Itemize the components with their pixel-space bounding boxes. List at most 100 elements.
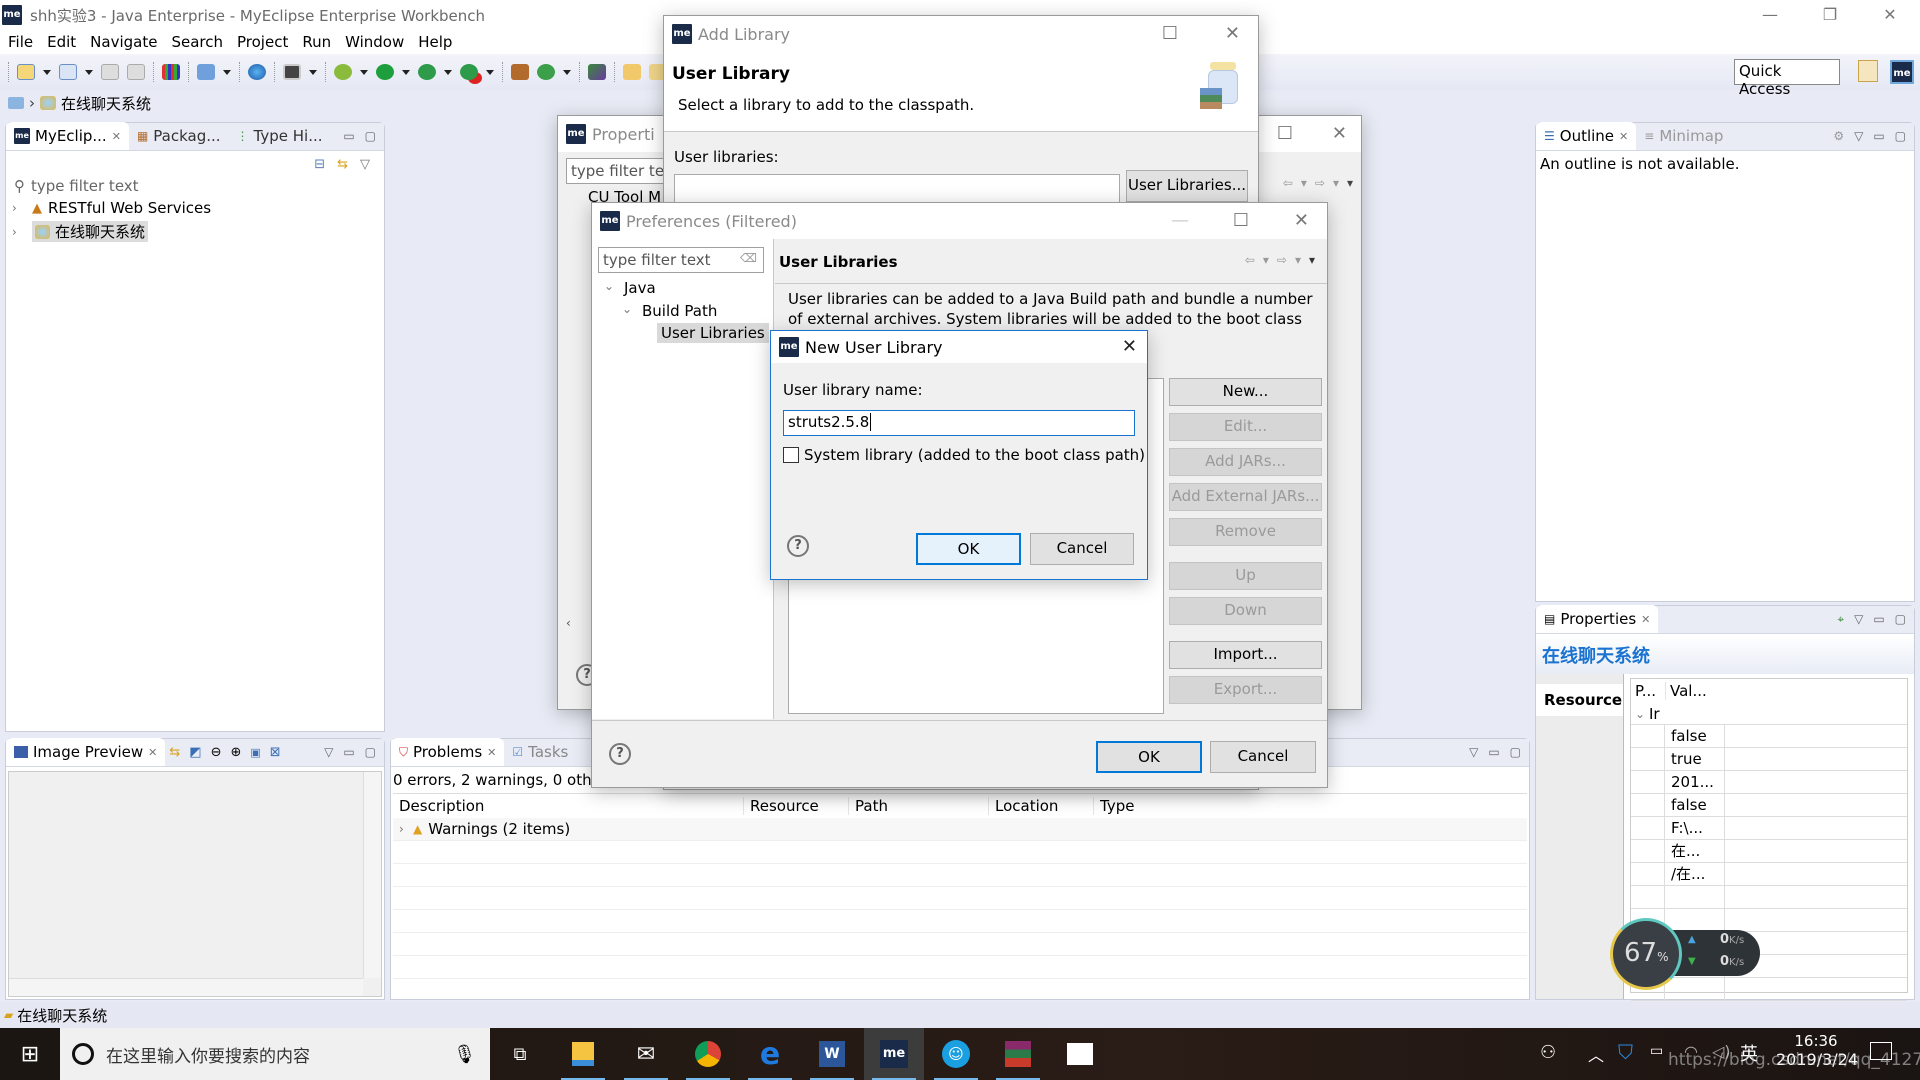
- system-library-checkbox[interactable]: [783, 447, 799, 463]
- save-icon[interactable]: [101, 64, 119, 80]
- run-icon[interactable]: [376, 64, 394, 80]
- perspective-icon[interactable]: [588, 64, 606, 80]
- back-dropdown-icon[interactable]: ▾: [1301, 176, 1307, 190]
- deploy-dropdown-icon[interactable]: [223, 69, 231, 75]
- restore-button[interactable]: ❐: [1800, 0, 1860, 30]
- new-button[interactable]: New...: [1169, 378, 1322, 406]
- forward-dropdown-icon[interactable]: ▾: [1333, 176, 1339, 190]
- column-path[interactable]: Path: [848, 797, 988, 815]
- table-row[interactable]: F:\...: [1631, 816, 1907, 840]
- close-tab-icon[interactable]: ✕: [1641, 613, 1650, 626]
- tab-package-explorer[interactable]: ▦ Packag...: [129, 122, 229, 150]
- maximize-button[interactable]: ☐: [1277, 116, 1293, 152]
- forward-icon[interactable]: ⇨: [1277, 253, 1287, 267]
- table-row[interactable]: true: [1631, 747, 1907, 771]
- coverage-dropdown-icon[interactable]: [444, 69, 452, 75]
- tab-type-hierarchy[interactable]: ⋮ Type Hi...: [229, 122, 331, 150]
- table-row[interactable]: false: [1631, 724, 1907, 748]
- minimize-panel-icon[interactable]: ▭: [1873, 612, 1884, 627]
- deploy-icon[interactable]: [197, 64, 215, 80]
- add-external-jars-button[interactable]: Add External JARs...: [1169, 483, 1322, 511]
- notification-center-icon[interactable]: [1870, 1042, 1892, 1060]
- table-row[interactable]: › ▲ Warnings (2 items): [393, 818, 1527, 841]
- clear-filter-icon[interactable]: ⌫: [740, 251, 757, 265]
- tab-problems[interactable]: ⛉ Problems ✕: [391, 738, 505, 766]
- new-class-dropdown-icon[interactable]: [563, 69, 571, 75]
- user-libraries-combo[interactable]: [674, 174, 1120, 204]
- view-menu-icon[interactable]: ▽: [360, 157, 370, 172]
- new-project-dropdown-icon[interactable]: [85, 69, 93, 75]
- zoom-in-icon[interactable]: ⊕: [230, 745, 241, 760]
- collapse-icon[interactable]: ⌄: [1635, 707, 1649, 721]
- open-type-icon[interactable]: [623, 64, 641, 80]
- menu-window[interactable]: Window: [345, 33, 404, 51]
- system-library-checkbox-row[interactable]: System library (added to the boot class …: [783, 446, 1145, 464]
- zoom-out-icon[interactable]: ⊖: [211, 745, 222, 760]
- browser-icon[interactable]: [248, 64, 266, 80]
- table-row[interactable]: 在...: [1631, 839, 1907, 863]
- minimize-panel-icon[interactable]: ▭: [343, 129, 354, 143]
- view-menu-icon[interactable]: ▽: [1854, 129, 1863, 143]
- microphone-icon[interactable]: 🎙: [453, 1044, 476, 1065]
- table-row[interactable]: ⌄ Ir: [1631, 703, 1907, 725]
- column-resource[interactable]: Resource: [743, 797, 848, 815]
- tab-image-preview[interactable]: Image Preview ✕: [6, 738, 166, 766]
- edge-icon[interactable]: e: [740, 1028, 800, 1080]
- camera-dropdown-icon[interactable]: [309, 69, 317, 75]
- new-icon[interactable]: [17, 64, 35, 80]
- view-menu-icon[interactable]: ▽: [1469, 745, 1478, 759]
- collapse-all-icon[interactable]: ⊟: [314, 157, 325, 172]
- help-icon[interactable]: ?: [787, 535, 809, 557]
- actual-size-icon[interactable]: ▣: [250, 746, 260, 759]
- image-icon[interactable]: ◩: [189, 745, 201, 760]
- view-menu-icon[interactable]: ▽: [324, 745, 333, 759]
- mail-icon[interactable]: ✉: [616, 1028, 676, 1080]
- table-row[interactable]: 201...: [1631, 770, 1907, 794]
- tab-outline[interactable]: ☰ Outline ✕: [1536, 122, 1637, 150]
- forward-icon[interactable]: ⇨: [1315, 176, 1325, 190]
- remove-button[interactable]: Remove: [1169, 518, 1322, 546]
- close-button[interactable]: ✕: [1122, 331, 1137, 363]
- close-button[interactable]: ✕: [1332, 116, 1347, 152]
- media-icon[interactable]: [1050, 1028, 1110, 1080]
- maximize-panel-icon[interactable]: ▢: [1510, 745, 1521, 759]
- library-name-input[interactable]: struts2.5.8: [783, 410, 1135, 436]
- filter-icon[interactable]: ⚙: [1833, 129, 1844, 143]
- minimize-button[interactable]: —: [1171, 203, 1189, 239]
- new-package-icon[interactable]: [511, 64, 529, 80]
- tab-tasks[interactable]: ☑ Tasks: [504, 738, 576, 766]
- file-explorer-icon[interactable]: [553, 1028, 613, 1080]
- close-tab-icon[interactable]: ✕: [487, 746, 496, 759]
- filter-input[interactable]: type filter tex: [566, 158, 676, 184]
- table-row[interactable]: false: [1631, 793, 1907, 817]
- table-row[interactable]: /在...: [1631, 862, 1907, 886]
- forward-dropdown-icon[interactable]: ▾: [1295, 253, 1301, 267]
- back-dropdown-icon[interactable]: ▾: [1263, 253, 1269, 267]
- tab-myeclipse-explorer[interactable]: me MyEclip... ✕: [6, 122, 129, 150]
- up-button[interactable]: Up: [1169, 562, 1322, 590]
- menu-help[interactable]: Help: [418, 33, 452, 51]
- debug-dropdown-icon[interactable]: [360, 69, 368, 75]
- chrome-icon[interactable]: [678, 1028, 738, 1080]
- scroll-left-icon[interactable]: ‹: [566, 616, 571, 630]
- export-button[interactable]: Export...: [1169, 676, 1322, 704]
- minimize-panel-icon[interactable]: ▭: [1488, 745, 1499, 759]
- maximize-panel-icon[interactable]: ▢: [365, 745, 376, 759]
- camera-icon[interactable]: [283, 64, 301, 80]
- menu-run[interactable]: Run: [302, 33, 331, 51]
- add-jars-button[interactable]: Add JARs...: [1169, 448, 1322, 476]
- new-dropdown-icon[interactable]: [43, 69, 51, 75]
- quick-access-input[interactable]: Quick Access: [1734, 59, 1840, 98]
- word-icon[interactable]: W: [802, 1028, 862, 1080]
- edit-button[interactable]: Edit...: [1169, 413, 1322, 441]
- close-tab-icon[interactable]: ✕: [148, 746, 157, 759]
- import-button[interactable]: Import...: [1169, 641, 1322, 669]
- menu-file[interactable]: File: [8, 33, 33, 51]
- security-shield-icon[interactable]: ⛉: [1618, 1040, 1633, 1064]
- back-icon[interactable]: ⇦: [1245, 253, 1255, 267]
- column-description[interactable]: Description: [393, 797, 743, 815]
- help-icon[interactable]: ?: [609, 743, 631, 765]
- task-view-icon[interactable]: ⧉: [490, 1028, 550, 1080]
- menu-navigate[interactable]: Navigate: [90, 33, 157, 51]
- menu-edit[interactable]: Edit: [47, 33, 76, 51]
